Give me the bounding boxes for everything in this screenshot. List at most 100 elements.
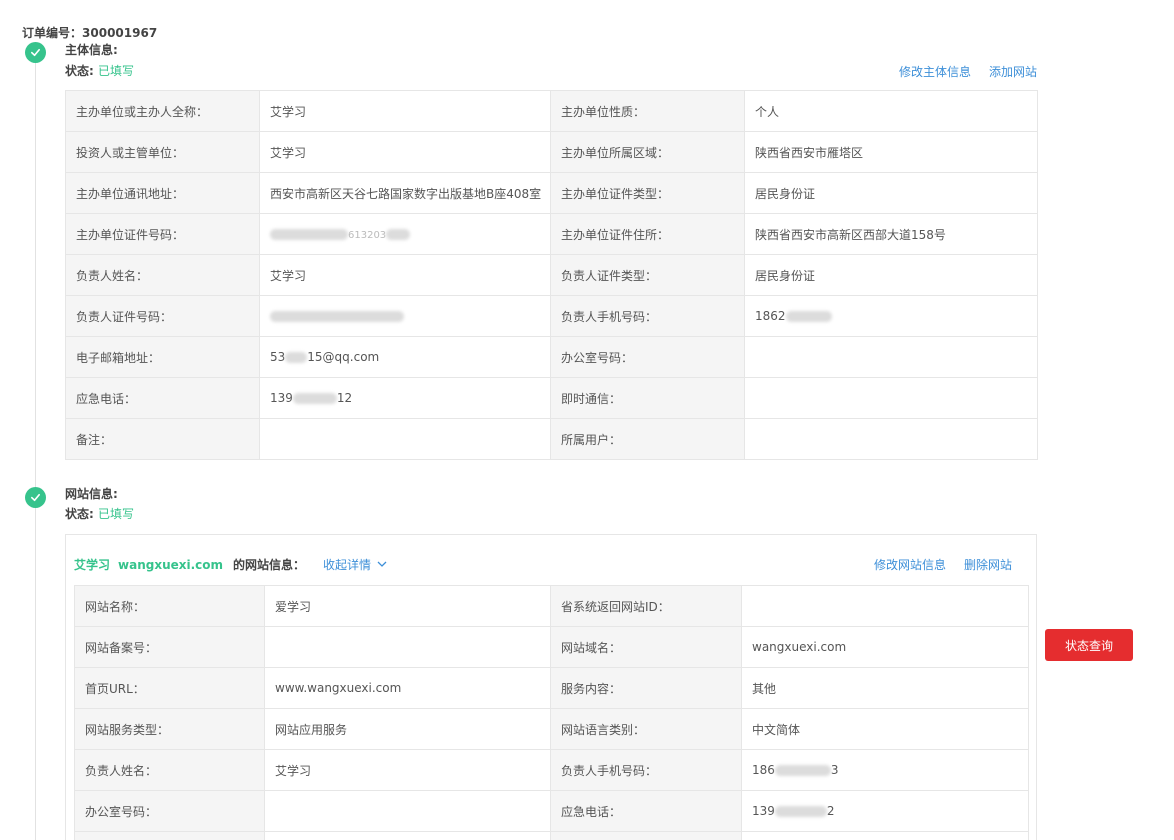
- cell-value: [744, 418, 1038, 460]
- redacted-blur: [270, 229, 348, 240]
- cell-value: [259, 418, 551, 460]
- redacted-partial: 15@qq.com: [307, 350, 380, 364]
- edit-subject-link[interactable]: 修改主体信息: [899, 63, 971, 80]
- site-name: 艾学习: [74, 558, 111, 572]
- cell-value: 爱学习: [264, 585, 551, 627]
- cell-label: 负责人证件类型：: [550, 254, 745, 296]
- table-row: 网站名称： 爱学习 省系统返回网站ID：: [74, 585, 1029, 627]
- website-card-header: 艾学习 wangxuexi.com 的网站信息： 收起详情: [74, 556, 387, 573]
- cell-value: [744, 336, 1038, 378]
- table-row: 负责人姓名： 艾学习 负责人证件类型： 居民身份证: [65, 254, 1038, 296]
- cell-value: 西安市高新区天谷七路国家数字出版基地B座408室: [259, 172, 551, 214]
- table-row: 应急电话： 139 12 即时通信：: [65, 377, 1038, 419]
- edit-site-link[interactable]: 修改网站信息: [874, 556, 946, 573]
- cell-label: 应急电话：: [550, 790, 742, 832]
- cell-value: 个人: [744, 90, 1038, 132]
- order-number: 订单编号：300001967: [22, 24, 157, 41]
- cell-label: 投资人或主管单位：: [65, 131, 260, 173]
- cell-value-redacted: [259, 295, 551, 337]
- cell-label: 电子邮箱地址：: [65, 336, 260, 378]
- cell-label: 主办单位证件类型：: [550, 172, 745, 214]
- cell-label: 负责人姓名：: [74, 749, 265, 791]
- cell-value: [741, 585, 1029, 627]
- cell-label: 所属用户：: [550, 418, 745, 460]
- redacted-partial: 139: [270, 391, 293, 405]
- cell-label: 应急电话：: [65, 377, 260, 419]
- cell-value-redacted: 1862: [744, 295, 1038, 337]
- cell-label: 负责人手机号码：: [550, 749, 742, 791]
- table-row: 投资人或主管单位： 艾学习 主办单位所属区域： 陕西省西安市雁塔区: [65, 131, 1038, 173]
- cell-value: 中文简体: [741, 708, 1029, 750]
- chevron-down-icon: [377, 561, 387, 567]
- redacted-partial: 1862: [755, 309, 786, 323]
- collapse-details-toggle[interactable]: 收起详情: [323, 556, 387, 573]
- cell-label: 负责人证件号码：: [65, 295, 260, 337]
- website-status-label: 状态:: [65, 507, 94, 521]
- cell-label: 主办单位所属区域：: [550, 131, 745, 173]
- cell-value: [264, 831, 551, 840]
- redacted-partial: 12: [336, 391, 353, 405]
- cell-label: 网站名称：: [74, 585, 265, 627]
- redacted-blur: [292, 393, 337, 404]
- table-row: 负责人姓名： 艾学习 负责人手机号码： 186 3: [74, 749, 1029, 791]
- cell-label: 备注：: [65, 418, 260, 460]
- order-number-label: 订单编号：: [22, 26, 83, 40]
- redacted-partial: 613203: [348, 230, 387, 241]
- delete-site-link[interactable]: 删除网站: [964, 556, 1012, 573]
- cell-label: 服务内容：: [550, 667, 742, 709]
- timeline-line: [35, 62, 36, 840]
- status-query-button[interactable]: 状态查询: [1045, 629, 1133, 661]
- cell-label: 网站域名：: [550, 626, 742, 668]
- check-circle-icon: [25, 487, 46, 508]
- cell-value: wangxuexi.com: [741, 626, 1029, 668]
- redacted-partial: 186: [752, 763, 775, 777]
- cell-label: 网站服务类型：: [74, 708, 265, 750]
- add-site-link[interactable]: 添加网站: [989, 63, 1037, 80]
- cell-label: 负责人手机号码：: [550, 295, 745, 337]
- cell-label: 办公室号码：: [74, 790, 265, 832]
- redacted-partial: 139: [752, 804, 775, 818]
- cell-label: 网站备案号：: [74, 626, 265, 668]
- subject-section-title: 主体信息:: [65, 43, 118, 57]
- cell-label: 首页URL：: [74, 667, 265, 709]
- redacted-partial: 3: [830, 763, 839, 777]
- check-circle-icon: [25, 42, 46, 63]
- cell-value: [744, 377, 1038, 419]
- table-row: 备注： 所属用户：: [65, 418, 1038, 460]
- cell-value: 居民身份证: [744, 172, 1038, 214]
- table-row: 主办单位或主办人全称： 艾学习 主办单位性质： 个人: [65, 90, 1038, 132]
- redacted-partial: 2: [826, 804, 835, 818]
- cell-value: 艾学习: [259, 90, 551, 132]
- site-domain: wangxuexi.com: [118, 557, 224, 572]
- cell-label: 主办单位或主办人全称：: [65, 90, 260, 132]
- cell-value: www.wangxuexi.com: [264, 667, 551, 709]
- table-row: 网站服务类型： 网站应用服务 网站语言类别： 中文简体: [74, 708, 1029, 750]
- table-row: 负责人证件号码： 负责人手机号码： 1862: [65, 295, 1038, 337]
- cell-value: 艾学习: [259, 131, 551, 173]
- redacted-blur: [774, 806, 827, 817]
- cell-value: [264, 790, 551, 832]
- redacted-blur: [386, 229, 411, 240]
- table-row: 主办单位通讯地址： 西安市高新区天谷七路国家数字出版基地B座408室 主办单位证…: [65, 172, 1038, 214]
- website-info-table: 网站名称： 爱学习 省系统返回网站ID： 网站备案号： 网站域名： wangxu…: [74, 585, 1029, 840]
- redacted-blur: [785, 311, 832, 322]
- cell-label: 省系统返回网站ID：: [550, 585, 742, 627]
- cell-label: 主办单位证件住所：: [550, 213, 745, 255]
- cell-value: [741, 831, 1029, 840]
- subject-status-label: 状态:: [65, 64, 94, 78]
- cell-label: 负责人姓名：: [65, 254, 260, 296]
- cell-value: 艾学习: [259, 254, 551, 296]
- cell-value-redacted: 186 3: [741, 749, 1029, 791]
- cell-value: 居民身份证: [744, 254, 1038, 296]
- cell-label: [550, 831, 742, 840]
- cell-value-redacted: 613203: [259, 213, 551, 255]
- website-status: 状态: 已填写: [65, 505, 134, 522]
- table-row: 主办单位证件号码： 613203 主办单位证件住所： 陕西省西安市高新区西部大道…: [65, 213, 1038, 255]
- table-row: [74, 831, 1029, 840]
- order-number-value: 300001967: [82, 26, 158, 40]
- table-row: 电子邮箱地址： 53 15@qq.com 办公室号码：: [65, 336, 1038, 378]
- cell-value-redacted: 53 15@qq.com: [259, 336, 551, 378]
- cell-value: 艾学习: [264, 749, 551, 791]
- site-info-label: 的网站信息：: [233, 558, 306, 572]
- table-row: 办公室号码： 应急电话： 139 2: [74, 790, 1029, 832]
